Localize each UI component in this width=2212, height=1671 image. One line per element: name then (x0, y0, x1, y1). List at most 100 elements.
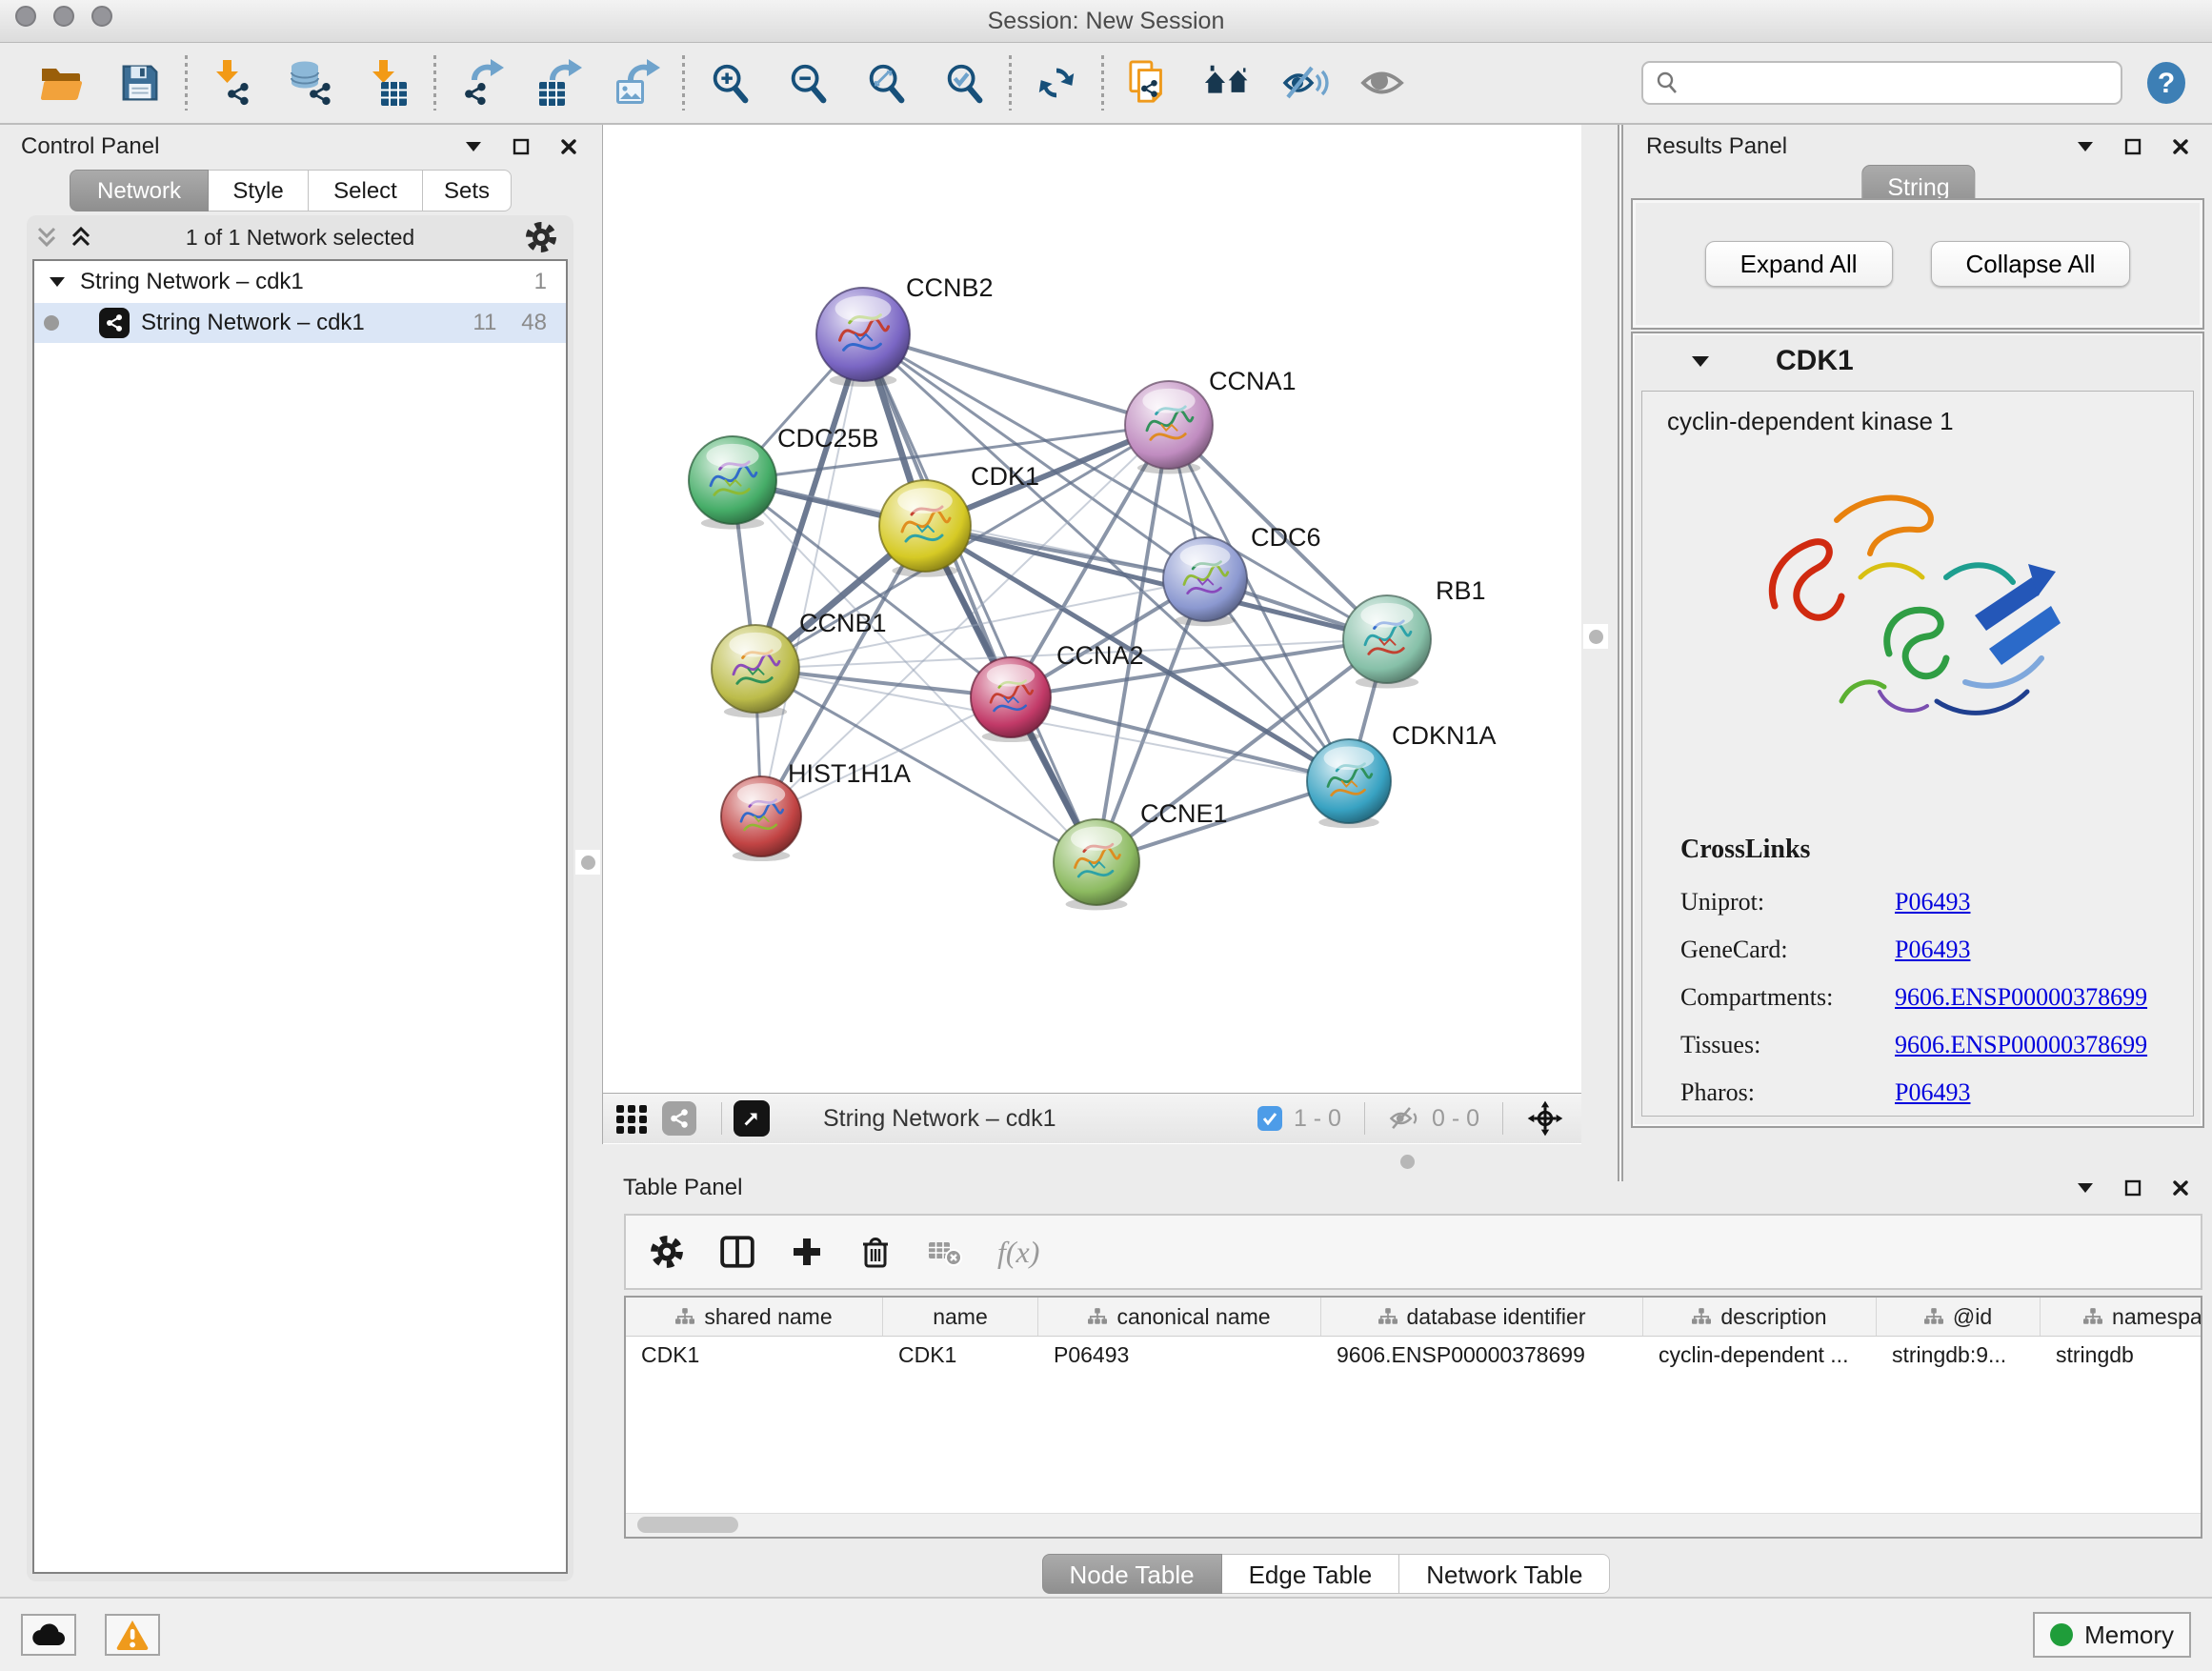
network-options-gear-icon[interactable] (524, 220, 558, 254)
search-box[interactable] (1641, 61, 2122, 105)
hidden-eye-slash-icon[interactable] (1388, 1104, 1420, 1133)
table-cell[interactable]: cyclin-dependent ... (1643, 1337, 1877, 1373)
refresh-layout-icon[interactable] (1033, 59, 1080, 107)
toolbar-separator (433, 55, 436, 111)
export-table-icon[interactable] (535, 59, 583, 107)
crosslink-link[interactable]: 9606.ENSP00000378699 (1895, 1031, 2147, 1059)
results-panel-close-icon[interactable] (2170, 136, 2191, 157)
network-node[interactable]: CDKN1A (1307, 721, 1497, 828)
control-panel-menu-icon[interactable] (463, 136, 484, 157)
table-panel-float-icon[interactable] (2122, 1178, 2143, 1198)
table-cell[interactable]: stringdb (2041, 1337, 2202, 1373)
main-toolbar: ? (0, 43, 2212, 125)
grid-view-icon[interactable] (614, 1101, 649, 1136)
neighborhood-icon[interactable] (1203, 59, 1251, 107)
delete-column-icon[interactable] (858, 1234, 893, 1270)
import-network-file-icon[interactable] (209, 59, 256, 107)
toolbar-separator (1364, 1102, 1365, 1135)
tab-sets[interactable]: Sets (423, 170, 512, 211)
table-panel-close-icon[interactable] (2170, 1178, 2191, 1198)
export-image-icon[interactable] (613, 59, 661, 107)
detach-view-icon[interactable] (734, 1100, 770, 1137)
column-header-shared-name[interactable]: shared name (626, 1298, 883, 1336)
tab-network[interactable]: Network (70, 170, 209, 211)
control-panel-float-icon[interactable] (511, 136, 532, 157)
export-network-icon[interactable] (457, 59, 505, 107)
toolbar-group (1033, 59, 1080, 107)
tab-network-table[interactable]: Network Table (1399, 1554, 1610, 1594)
network-node[interactable]: CCNB2 (816, 273, 994, 387)
splitter-handle[interactable] (1583, 624, 1608, 649)
results-panel-menu-icon[interactable] (2075, 136, 2096, 157)
tab-style[interactable]: Style (209, 170, 309, 211)
splitter-handle[interactable] (1395, 1149, 1419, 1174)
control-panel-close-icon[interactable] (558, 136, 579, 157)
shared-column-icon (1378, 1308, 1398, 1325)
network-node[interactable]: RB1 (1343, 576, 1486, 689)
clone-network-icon[interactable] (1125, 59, 1173, 107)
show-columns-icon[interactable] (719, 1234, 755, 1270)
table-cell[interactable]: P06493 (1038, 1337, 1321, 1373)
splitter-handle[interactable] (575, 850, 600, 875)
network-row-selected[interactable]: String Network – cdk1 11 48 (34, 303, 566, 343)
expand-all-button[interactable]: Expand All (1705, 241, 1893, 287)
column-header-canonical-name[interactable]: canonical name (1038, 1298, 1321, 1336)
column-label: canonical name (1116, 1304, 1270, 1330)
tab-select[interactable]: Select (309, 170, 423, 211)
network-node[interactable]: CCNE1 (1054, 799, 1228, 910)
column-header--id[interactable]: @id (1877, 1298, 2041, 1336)
network-collection-row[interactable]: String Network – cdk1 1 (34, 261, 566, 303)
open-session-icon[interactable] (38, 59, 86, 107)
create-column-icon[interactable] (790, 1235, 824, 1269)
network-node[interactable]: CCNA1 (1125, 367, 1297, 474)
fit-selected-crosshair-icon[interactable] (1526, 1099, 1564, 1137)
network-canvas[interactable]: CCNB2 CCNA1 CDC25B CDK1 CDC6 RB1 CCNB1 C… (603, 125, 1581, 1093)
network-thumbnail-icon[interactable] (662, 1101, 696, 1136)
table-cell[interactable]: CDK1 (626, 1337, 883, 1373)
network-node[interactable]: CDK1 (879, 462, 1039, 577)
selected-nodes-checkbox[interactable] (1257, 1106, 1282, 1131)
table-panel-menu-icon[interactable] (2075, 1178, 2096, 1198)
table-options-gear-icon[interactable] (649, 1234, 685, 1270)
warning-status-button[interactable] (105, 1614, 160, 1656)
show-all-icon[interactable] (1359, 59, 1407, 107)
toolbar-group (209, 59, 412, 107)
protein-description: cyclin-dependent kinase 1 (1667, 407, 2193, 436)
column-header-description[interactable]: description (1643, 1298, 1877, 1336)
results-panel-float-icon[interactable] (2122, 136, 2143, 157)
crosslink-link[interactable]: P06493 (1895, 888, 1970, 916)
zoom-selected-icon[interactable] (940, 59, 988, 107)
help-button[interactable]: ? (2143, 60, 2189, 106)
vertical-splitter[interactable] (1581, 125, 1625, 1181)
crosslink-link[interactable]: P06493 (1895, 936, 1970, 964)
tab-node-table[interactable]: Node Table (1042, 1554, 1222, 1594)
table-cell[interactable]: CDK1 (883, 1337, 1038, 1373)
search-input[interactable] (1689, 69, 2109, 97)
cloud-status-button[interactable] (21, 1614, 76, 1656)
table-cell[interactable]: stringdb:9... (1877, 1337, 2041, 1373)
scrollbar-thumb[interactable] (637, 1517, 738, 1533)
table-cell[interactable]: 9606.ENSP00000378699 (1321, 1337, 1643, 1373)
column-header-name[interactable]: name (883, 1298, 1038, 1336)
table-row[interactable]: CDK1CDK1P064939606.ENSP00000378699cyclin… (626, 1337, 2201, 1373)
save-session-icon[interactable] (116, 59, 164, 107)
crosslink-link[interactable]: 9606.ENSP00000378699 (1895, 983, 2147, 1012)
memory-button[interactable]: Memory (2033, 1612, 2191, 1658)
hide-selected-icon[interactable] (1281, 59, 1329, 107)
crosslink-link[interactable]: P06493 (1895, 1078, 1970, 1107)
zoom-out-icon[interactable] (784, 59, 832, 107)
zoom-in-icon[interactable] (706, 59, 754, 107)
table-hscrollbar[interactable] (626, 1513, 2201, 1537)
collapse-all-button[interactable]: Collapse All (1931, 241, 2131, 287)
import-table-icon[interactable] (365, 59, 412, 107)
protein-section-header[interactable]: CDK1 (1633, 333, 2202, 389)
import-network-database-icon[interactable] (287, 59, 334, 107)
network-node[interactable]: CDC25B (689, 424, 879, 530)
section-expander-icon[interactable] (1692, 356, 1709, 367)
column-header-database-identifier[interactable]: database identifier (1321, 1298, 1643, 1336)
network-node[interactable]: HIST1H1A (721, 759, 911, 861)
zoom-fit-icon[interactable] (862, 59, 910, 107)
collection-expander-icon[interactable] (50, 277, 65, 287)
column-header-namespace[interactable]: namespace (2041, 1298, 2202, 1336)
tab-edge-table[interactable]: Edge Table (1222, 1554, 1400, 1594)
